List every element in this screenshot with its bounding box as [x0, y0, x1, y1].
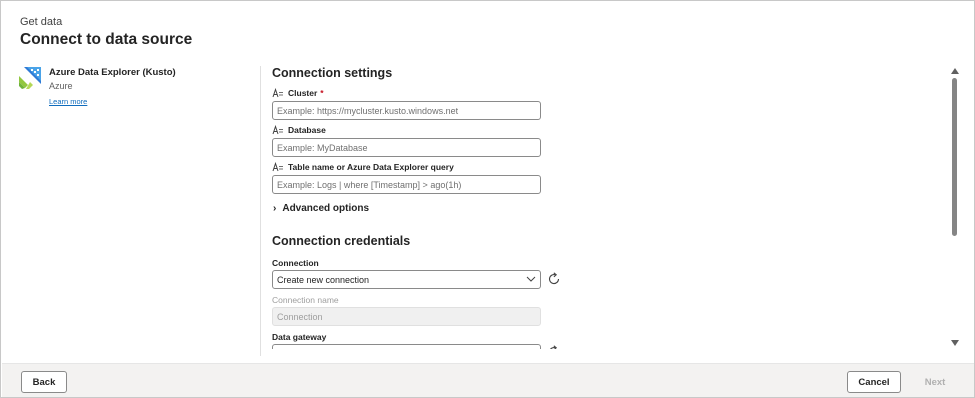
scroll-up-arrow-icon[interactable] [951, 68, 959, 74]
learn-more-link[interactable]: Learn more [49, 97, 87, 106]
connection-credentials-heading: Connection credentials [272, 234, 411, 248]
connection-settings-heading: Connection settings [272, 66, 393, 80]
text-field-icon [272, 162, 283, 172]
table-query-label: Table name or Azure Data Explorer query [272, 162, 454, 172]
refresh-icon[interactable] [547, 345, 561, 349]
dialog-footer: Back Cancel Next [2, 363, 974, 397]
connection-name-label: Connection name [272, 295, 339, 305]
page-title: Connect to data source [20, 31, 193, 48]
source-category: Azure [49, 81, 73, 91]
refresh-icon[interactable] [547, 272, 561, 286]
database-label-text: Database [288, 125, 326, 135]
scrollbar-thumb[interactable] [952, 78, 957, 236]
chevron-down-icon [526, 276, 536, 282]
cluster-label-text: Cluster [288, 88, 318, 98]
data-gateway-dropdown[interactable] [272, 344, 541, 349]
text-field-icon [272, 88, 283, 98]
scroll-down-arrow-icon[interactable] [951, 340, 959, 346]
required-indicator: * [320, 88, 324, 98]
dialog: Get data Connect to data source Azure Da… [0, 0, 975, 398]
cluster-input[interactable] [272, 101, 541, 120]
cluster-label: Cluster * [272, 88, 324, 98]
table-query-label-text: Table name or Azure Data Explorer query [288, 162, 454, 172]
data-gateway-label: Data gateway [272, 332, 327, 342]
dialog-header: Get data Connect to data source [20, 16, 192, 49]
vertical-scrollbar[interactable] [948, 65, 962, 351]
source-info: Azure Data Explorer (Kusto) Azure Learn … [49, 67, 176, 109]
azure-data-explorer-icon [19, 67, 41, 89]
connection-form: Connection settings Cluster * Database T… [272, 63, 942, 349]
text-field-icon [272, 125, 283, 135]
connection-label: Connection [272, 258, 319, 268]
table-query-input[interactable] [272, 175, 541, 194]
breadcrumb-get-data: Get data [20, 16, 63, 28]
connection-dropdown[interactable]: Create new connection [272, 270, 541, 289]
connection-selected-value: Create new connection [277, 274, 370, 285]
advanced-options-label: Advanced options [282, 203, 370, 214]
database-label: Database [272, 125, 326, 135]
cancel-button[interactable]: Cancel [847, 371, 901, 393]
database-input[interactable] [272, 138, 541, 157]
source-name: Azure Data Explorer (Kusto) [49, 67, 176, 78]
advanced-options-toggle[interactable]: › Advanced options [272, 203, 369, 214]
chevron-right-icon: › [273, 203, 277, 214]
vertical-divider [260, 66, 261, 356]
back-button[interactable]: Back [21, 371, 67, 393]
connection-name-input[interactable] [272, 307, 541, 326]
next-button[interactable]: Next [912, 371, 958, 393]
